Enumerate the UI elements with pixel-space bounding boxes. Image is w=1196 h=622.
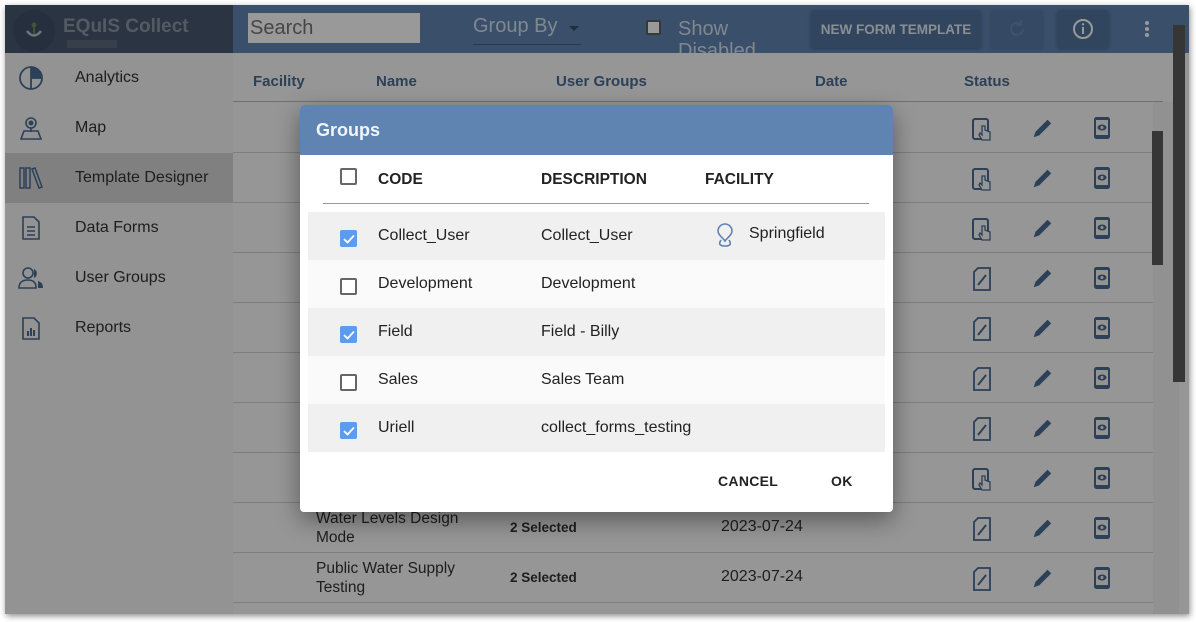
group-checkbox[interactable] <box>340 326 357 343</box>
column-header-code: CODE <box>378 171 423 188</box>
group-code: Collect_User <box>378 227 470 244</box>
groups-dialog: Groups CODE DESCRIPTION FACILITY Collect… <box>300 105 893 512</box>
column-header-description: DESCRIPTION <box>541 171 647 188</box>
group-checkbox[interactable] <box>340 278 357 295</box>
group-row[interactable]: Sales Sales Team <box>308 356 885 404</box>
group-checkbox[interactable] <box>340 374 357 391</box>
select-all-checkbox[interactable] <box>340 168 357 185</box>
group-facility: Springfield <box>749 225 825 242</box>
group-description: Sales Team <box>541 371 625 388</box>
facility-pin-icon <box>715 222 735 253</box>
group-description: Development <box>541 275 636 292</box>
column-header-facility: FACILITY <box>705 171 774 188</box>
app-window: EQuIS Collect Group By Show Disabled NEW… <box>5 5 1189 614</box>
group-code: Development <box>378 275 473 292</box>
dialog-header: Groups <box>300 105 893 155</box>
group-row[interactable]: Field Field - Billy <box>308 308 885 356</box>
group-description: Collect_User <box>541 227 633 244</box>
group-code: Uriell <box>378 419 415 436</box>
group-row[interactable]: Development Development <box>308 260 885 308</box>
group-row[interactable]: Uriell collect_forms_testing <box>308 404 885 452</box>
group-code: Sales <box>378 371 419 388</box>
group-code: Field <box>378 323 413 340</box>
group-row[interactable]: Collect_User Collect_User Springfield <box>308 212 885 260</box>
header-divider <box>323 203 869 204</box>
group-description: Field - Billy <box>541 323 620 340</box>
dialog-title: Groups <box>316 120 381 140</box>
group-checkbox[interactable] <box>340 230 357 247</box>
group-checkbox[interactable] <box>340 422 357 439</box>
cancel-button[interactable]: CANCEL <box>718 473 778 489</box>
group-description: collect_forms_testing <box>541 419 692 436</box>
ok-button[interactable]: OK <box>831 473 853 489</box>
